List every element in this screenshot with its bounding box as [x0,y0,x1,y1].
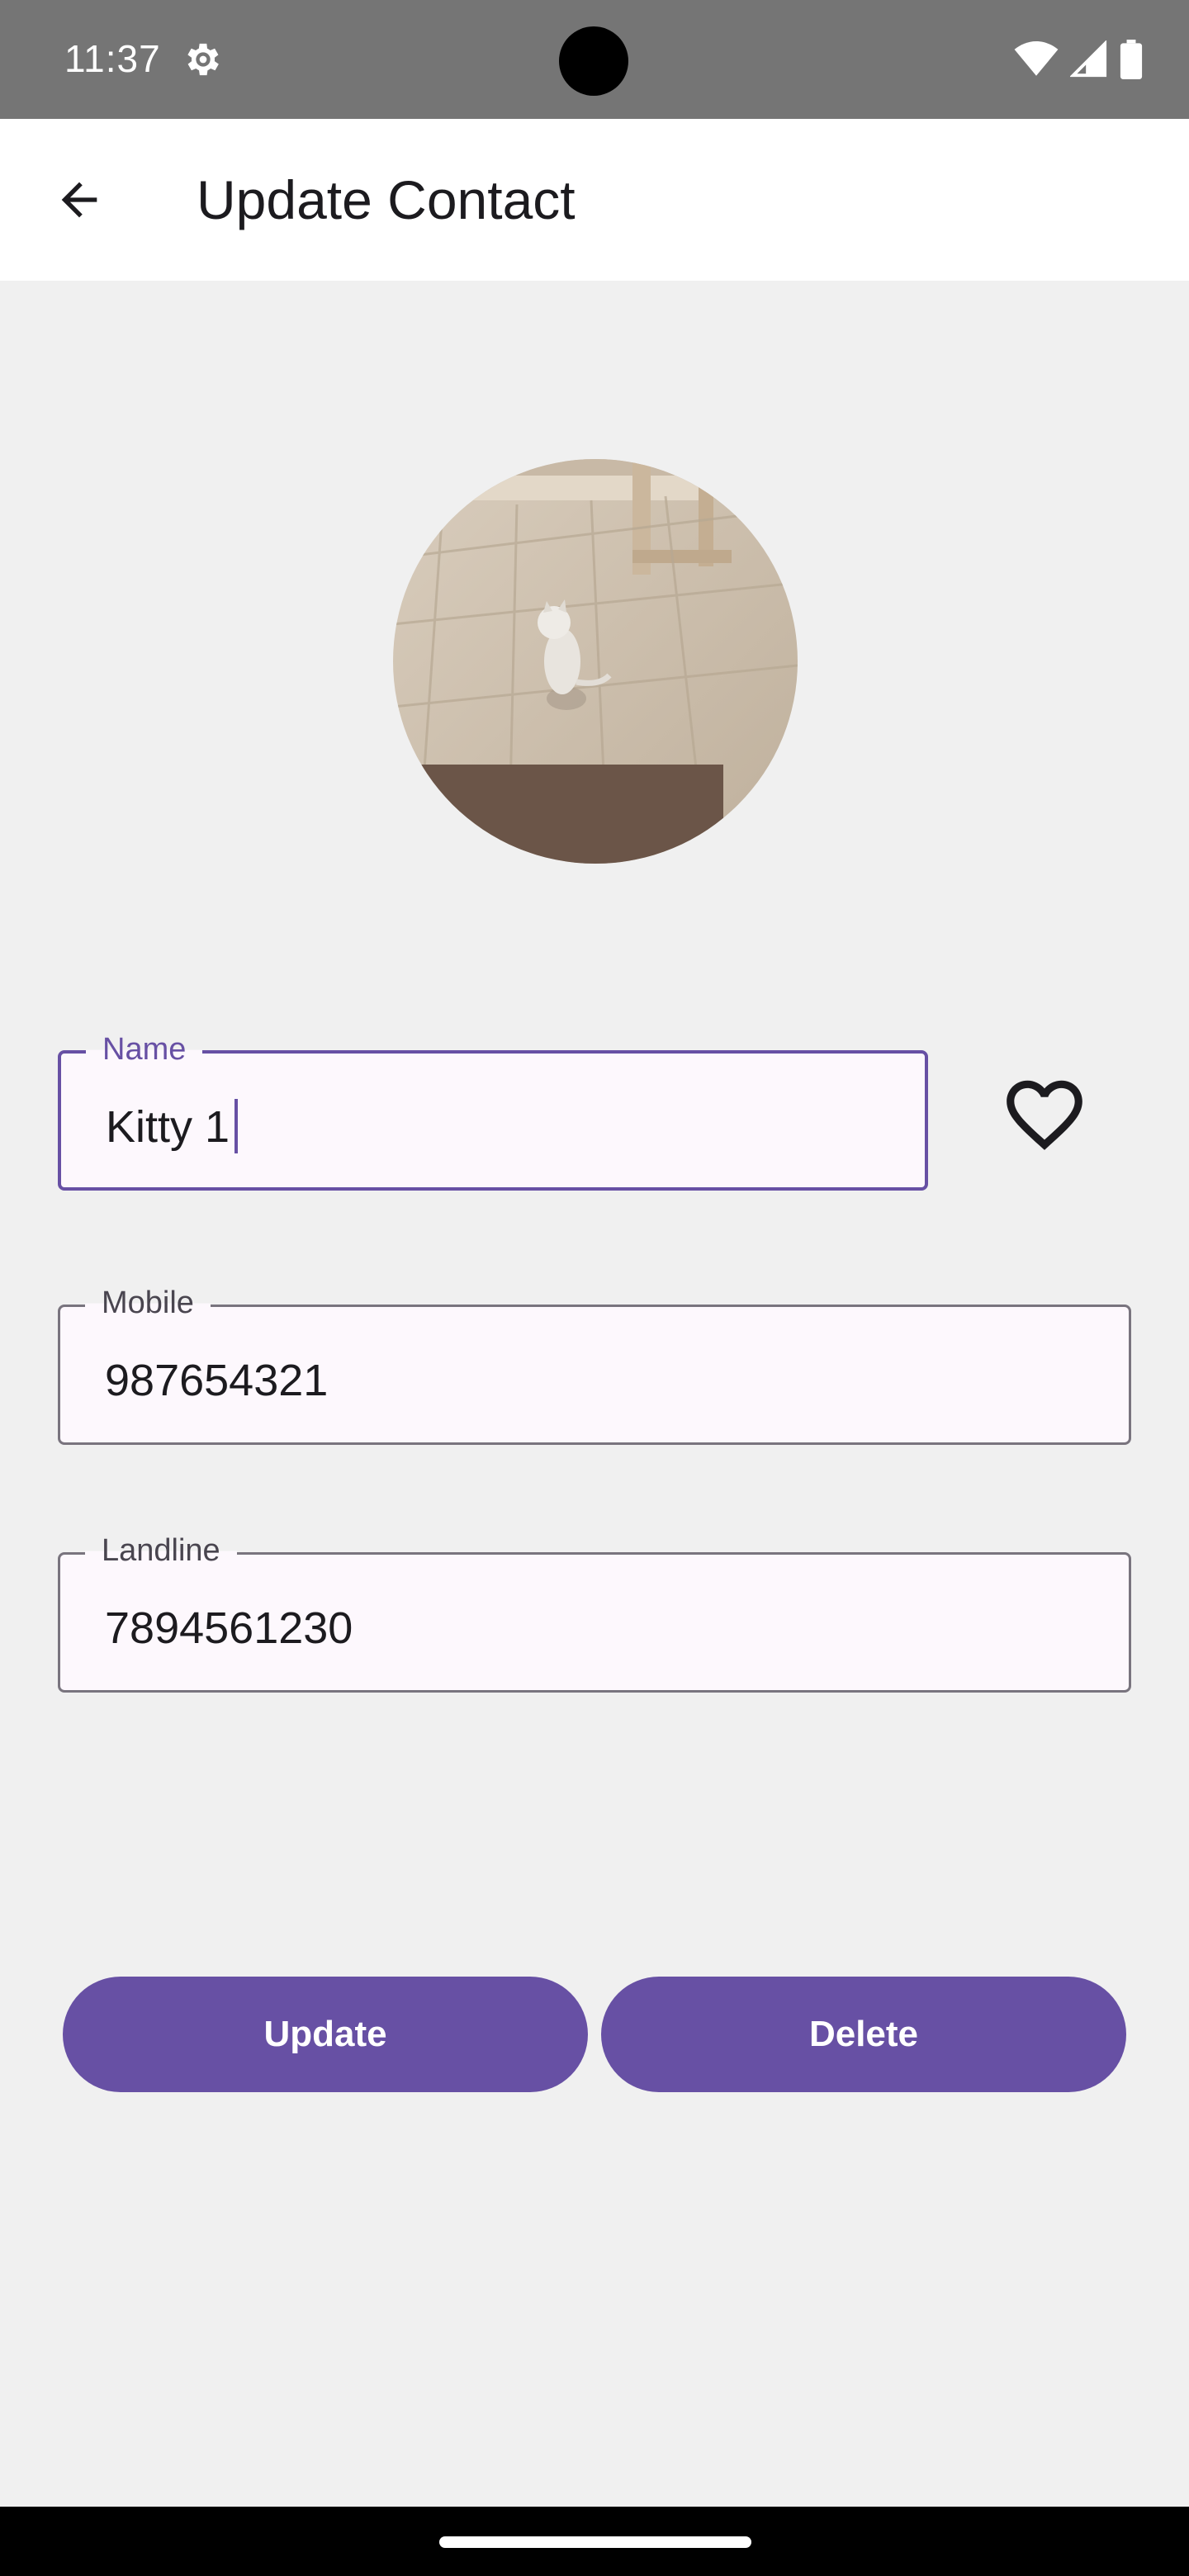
heart-outline-icon [1007,1080,1082,1150]
page-title: Update Contact [197,169,576,230]
favorite-button[interactable] [991,1065,1098,1164]
name-input[interactable]: Kitty 1 [106,1098,239,1153]
contact-photo[interactable] [393,459,798,864]
cellular-signal-icon [1070,40,1107,78]
battery-icon [1120,40,1143,79]
name-field[interactable]: Name Kitty 1 [58,1032,928,1191]
status-bar: 11:37 [0,0,1189,119]
navigation-bar [0,2507,1189,2576]
mobile-input[interactable]: 987654321 [105,1355,328,1406]
home-indicator[interactable] [439,2536,751,2548]
text-cursor [234,1098,239,1153]
arrow-back-icon [61,182,97,218]
app-bar: Update Contact [0,119,1189,281]
contact-photo-image [393,459,798,864]
settings-gear-icon [187,43,219,76]
wifi-icon [1014,41,1059,76]
name-label: Name [86,1032,203,1068]
landline-input[interactable]: 7894561230 [105,1603,353,1654]
name-value: Kitty 1 [106,1102,230,1152]
mobile-field[interactable]: Mobile 987654321 [58,1286,1131,1445]
delete-button[interactable]: Delete [601,1977,1126,2092]
landline-field[interactable]: Landline 7894561230 [58,1533,1131,1693]
landline-label: Landline [85,1533,237,1569]
status-icons [1014,36,1143,83]
back-button[interactable] [40,160,119,239]
status-time: 11:37 [64,37,161,80]
camera-cutout [559,26,628,96]
update-button[interactable]: Update [63,1977,588,2092]
mobile-label: Mobile [85,1286,211,1321]
